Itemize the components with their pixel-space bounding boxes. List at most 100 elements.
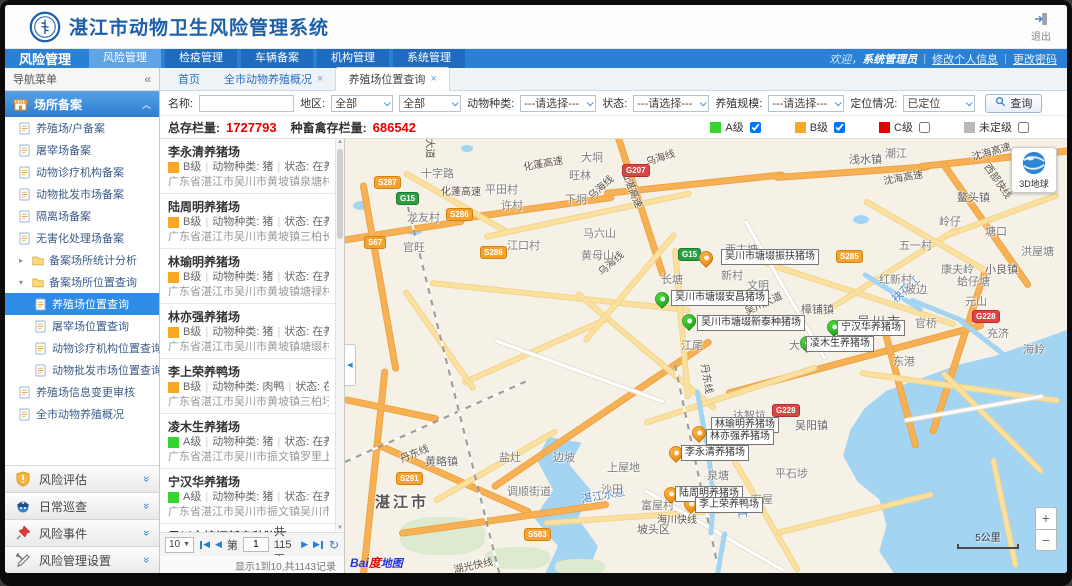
farm-meta: B级|动物种类: 猪|状态: 在养: [168, 325, 329, 340]
first-page-button[interactable]: ◀: [199, 539, 210, 550]
legend-checkbox[interactable]: [750, 122, 761, 133]
document-icon: [35, 320, 47, 333]
change-password-link[interactable]: 更改密码: [1013, 51, 1057, 67]
breeding-stock-value: 686542: [373, 120, 416, 135]
legend-item[interactable]: C级: [879, 119, 930, 135]
legend-item[interactable]: A级: [710, 119, 760, 135]
legend-checkbox[interactable]: [1018, 122, 1029, 133]
farm-list-item[interactable]: 林瑜明养猪场B级|动物种类: 猪|状态: 在养广东省湛江市吴川市黄坡镇塘禄村: [160, 249, 335, 304]
close-icon[interactable]: ×: [317, 73, 323, 85]
edit-profile-link[interactable]: 修改个人信息: [932, 51, 998, 67]
next-page-button[interactable]: ▶: [301, 539, 308, 550]
document-icon: [19, 166, 31, 179]
last-page-button[interactable]: ▶: [313, 539, 324, 550]
refresh-icon[interactable]: ↻: [329, 538, 339, 552]
close-icon[interactable]: ×: [430, 73, 436, 85]
document-icon: [19, 386, 31, 399]
scrollbar-thumb[interactable]: [337, 149, 343, 239]
prev-page-button[interactable]: ◀: [215, 539, 222, 550]
farm-status: 状态: 在养: [295, 380, 329, 395]
sidebar-item-label: 备案场所位置查询: [49, 274, 137, 290]
sidebar-item[interactable]: 屠宰场位置查询: [5, 315, 159, 337]
zoom-out-button[interactable]: −: [1035, 529, 1057, 551]
map-zoom-controls: + −: [1035, 507, 1057, 551]
sidebar-item[interactable]: ▾备案场所位置查询: [5, 271, 159, 293]
sidebar-item[interactable]: 养殖场信息变更审核: [5, 381, 159, 403]
map-place-label: 元山: [965, 293, 987, 309]
stats-bar: 总存栏量: 1727793 种畜禽存栏量: 686542 A级B级C级未定级: [160, 116, 1067, 139]
map-canvas[interactable]: ◀ 3D地球 + − 5公里 Bai度地图: [345, 139, 1067, 573]
farm-list-item[interactable]: 李上荣养鸭场B级|动物种类: 肉鸭|状态: 在养广东省湛江市吴川市黄坡镇三柏圩村: [160, 359, 335, 414]
legend-item[interactable]: B级: [795, 119, 845, 135]
road-number-badge: S583: [525, 529, 550, 540]
sidebar-accordions: 风险评估»日常巡查»风险事件»风险管理设置»: [5, 465, 159, 573]
page-tab[interactable]: 首页: [166, 68, 212, 90]
sidebar-accordion-日常巡查[interactable]: 日常巡查»: [5, 492, 159, 519]
select-value: ---请选择---: [772, 95, 827, 111]
farm-name: 宁汉华养猪场: [168, 474, 329, 490]
sidebar-item[interactable]: 无害化处理场备案: [5, 227, 159, 249]
animal-type-select[interactable]: ---请选择---: [520, 95, 596, 112]
scale-select[interactable]: ---请选择---: [768, 95, 844, 112]
map-marker-label[interactable]: 吴川市塘㙍新泰种猪场: [697, 315, 805, 331]
status-select[interactable]: ---请选择---: [633, 95, 709, 112]
legend-item[interactable]: 未定级: [964, 119, 1029, 135]
search-button[interactable]: 查询: [985, 94, 1042, 113]
separator: |: [205, 160, 208, 175]
farm-list-item[interactable]: 李永清养猪场B级|动物种类: 猪|状态: 在养广东省湛江市吴川市黄坡镇泉塘村: [160, 139, 335, 194]
sidebar-item[interactable]: 动物批发市场位置查询: [5, 359, 159, 381]
map-marker-label[interactable]: 凌木生养猪场: [806, 336, 874, 352]
farm-list-item[interactable]: 凌木生养猪场A级|动物种类: 猪|状态: 在养广东省湛江市吴川市振文镇罗里上地村: [160, 414, 335, 469]
map-marker-label[interactable]: 李永清养猪场: [681, 445, 749, 461]
farm-list-item[interactable]: 吴川市塘㙍新泰种猪场A级|动物种类: 猪|状态: 在养: [160, 524, 335, 532]
zoom-in-button[interactable]: +: [1035, 507, 1057, 529]
map-marker-label[interactable]: 林亦强养猪场: [706, 429, 774, 445]
region-county-select[interactable]: 全部: [399, 95, 461, 112]
panel-collapse-handle[interactable]: ◀: [345, 344, 356, 386]
grade-swatch: [168, 272, 179, 283]
farm-list-item[interactable]: 林亦强养猪场B级|动物种类: 猪|状态: 在养广东省湛江市吴川市黄坡镇塘缀村: [160, 304, 335, 359]
page-tab[interactable]: 养殖场位置查询×: [335, 67, 449, 91]
sidebar-item[interactable]: 隔离场备案: [5, 205, 159, 227]
sidebar-section-places[interactable]: 场所备案 ︿: [5, 91, 159, 117]
magnifier-icon: [995, 96, 1006, 110]
document-icon: [19, 144, 31, 157]
sidebar-item[interactable]: 动物诊疗机构位置查询: [5, 337, 159, 359]
sidebar-item[interactable]: 动物批发市场备案: [5, 183, 159, 205]
sidebar-item[interactable]: 全市动物养殖概况: [5, 403, 159, 425]
sidebar-spacer: [5, 425, 159, 465]
animal-type: 动物种类: 猪: [212, 490, 273, 505]
region-city-select[interactable]: 全部: [331, 95, 393, 112]
logout-button[interactable]: 退出: [1031, 11, 1057, 43]
sidebar-accordion-风险评估[interactable]: 风险评估»: [5, 465, 159, 492]
sidebar-item[interactable]: ▸备案场所统计分析: [5, 249, 159, 271]
name-input[interactable]: [199, 95, 294, 112]
page-size-select[interactable]: 10▼: [165, 537, 194, 553]
map-marker-label[interactable]: 宁汉华养猪场: [837, 320, 905, 336]
farm-list-item[interactable]: 陆周明养猪场B级|动物种类: 猪|状态: 在养广东省湛江市吴川市黄坡镇三柏长坡村: [160, 194, 335, 249]
animal-type: 动物种类: 猪: [212, 270, 273, 285]
list-scrollbar[interactable]: [335, 139, 344, 531]
nav-tab[interactable]: 系统管理: [393, 49, 465, 68]
nav-tab[interactable]: 车辆备案: [241, 49, 313, 68]
legend-checkbox[interactable]: [834, 122, 845, 133]
sidebar-item[interactable]: 屠宰场备案: [5, 139, 159, 161]
location-status-select[interactable]: 已定位: [903, 95, 975, 112]
nav-tab[interactable]: 检疫管理: [165, 49, 237, 68]
sidebar-item[interactable]: 养殖场/户备案: [5, 117, 159, 139]
sidebar-accordion-风险事件[interactable]: 风险事件»: [5, 519, 159, 546]
page-number-input[interactable]: [243, 537, 269, 552]
farm-list-item[interactable]: 宁汉华养猪场A级|动物种类: 猪|状态: 在养广东省湛江市吴川市振文镇吴川市振文…: [160, 469, 335, 524]
nav-tab[interactable]: 机构管理: [317, 49, 389, 68]
legend-checkbox[interactable]: [919, 122, 930, 133]
map-marker-label[interactable]: 吴川市塘㙍振扶猪场: [721, 249, 819, 265]
earth-3d-button[interactable]: 3D地球: [1011, 147, 1057, 193]
sidebar-collapse-icon[interactable]: «: [144, 72, 151, 86]
sidebar-item[interactable]: 养殖场位置查询: [5, 293, 159, 315]
page-tab[interactable]: 全市动物养殖概况×: [212, 68, 335, 90]
sidebar-accordion-风险管理设置[interactable]: 风险管理设置»: [5, 546, 159, 573]
nav-tab[interactable]: 风险管理: [89, 49, 161, 68]
sidebar-item[interactable]: 动物诊疗机构备案: [5, 161, 159, 183]
map-marker-label[interactable]: 吴川市塘㙍安昌猪场: [671, 290, 769, 306]
map-marker-label[interactable]: 李上荣养鸭场: [695, 497, 763, 513]
